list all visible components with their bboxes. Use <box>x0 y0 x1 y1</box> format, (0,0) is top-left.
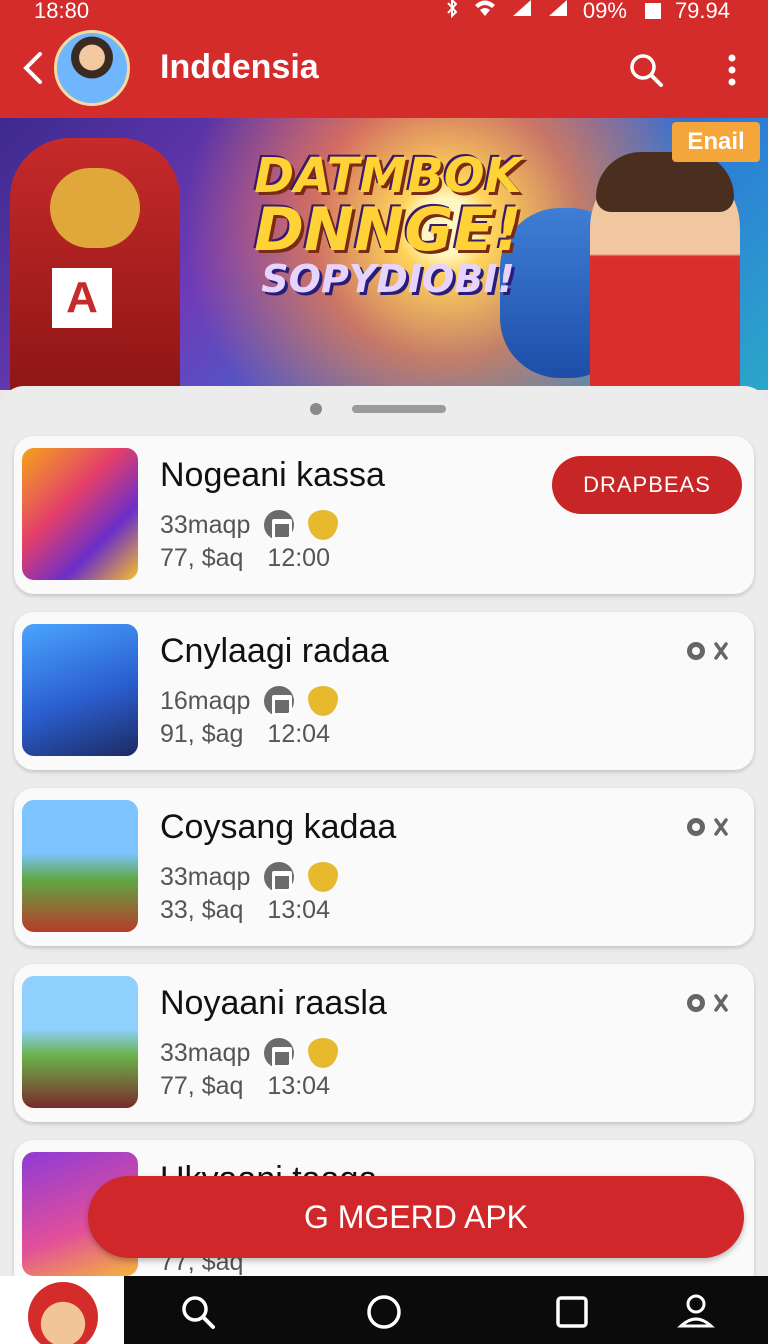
nav-profile-button[interactable] <box>676 1292 716 1332</box>
settings-icon <box>687 642 728 660</box>
status-extra: 79.94 <box>674 0 730 23</box>
wifi-icon <box>473 0 497 24</box>
search-button[interactable] <box>626 48 666 92</box>
bluetooth-icon <box>445 0 459 24</box>
item-size: 33maqp <box>160 862 251 891</box>
item-settings-button[interactable] <box>682 636 734 666</box>
item-name: Coysang kadaa <box>160 808 397 846</box>
gift-icon <box>264 1038 295 1068</box>
settings-icon <box>687 818 728 836</box>
item-name: Noyaani raasla <box>160 984 387 1022</box>
item-time: 13:04 <box>267 1072 330 1100</box>
item-time: 13:04 <box>267 896 330 924</box>
list-item[interactable]: Coysang kadaa 33maqp 33, $aq 13:04 <box>14 788 754 946</box>
search-icon <box>630 54 663 87</box>
banner-title-line3: SOPYDIOBI! <box>261 257 515 301</box>
shield-icon <box>308 510 339 540</box>
item-thumbnail <box>22 624 138 756</box>
item-count: 77, $aq <box>160 544 244 572</box>
list-item[interactable]: Cnylaagi radaa 16maqp 91, $ag 12:04 <box>14 612 754 770</box>
pager-indicator <box>352 405 446 413</box>
promo-banner[interactable]: A DATMBOK DNNGE! SOPYDIOBI! Enail <box>0 118 768 390</box>
shield-icon <box>308 686 339 716</box>
item-meta: 33maqp <box>160 862 339 892</box>
banner-character-left: A <box>10 138 180 390</box>
shield-icon <box>308 1038 339 1068</box>
item-name: Nogeani kassa <box>160 456 385 494</box>
battery-text: 09% <box>582 0 627 23</box>
system-nav-bar <box>0 1276 768 1344</box>
item-stats: 91, $ag 12:04 <box>160 720 330 749</box>
item-size: 33maqp <box>160 1038 251 1067</box>
channel-avatar[interactable] <box>54 30 130 106</box>
nav-search-button[interactable] <box>178 1292 218 1332</box>
item-time: 12:04 <box>267 720 330 748</box>
banner-title-line1: DATMBOK <box>254 148 522 204</box>
item-settings-button[interactable] <box>682 988 734 1018</box>
nav-recents-button[interactable] <box>552 1292 592 1332</box>
nav-avatar[interactable] <box>0 1276 124 1344</box>
download-button[interactable]: DRAPBEAS <box>552 456 742 514</box>
item-time: 12:00 <box>267 544 330 572</box>
banner-badge[interactable]: Enail <box>672 122 760 162</box>
app-title: Inddensia <box>160 48 319 86</box>
item-thumbnail <box>22 800 138 932</box>
search-icon <box>182 1296 215 1329</box>
banner-title-line2: DNNGE! <box>254 195 522 265</box>
character-face <box>50 168 140 248</box>
list-item[interactable]: Noyaani raasla 33maqp 77, $aq 13:04 <box>14 964 754 1122</box>
back-arrow-icon <box>23 52 42 84</box>
item-size: 16maqp <box>160 686 251 715</box>
more-options-button[interactable] <box>712 48 752 92</box>
pager-dot <box>310 403 322 415</box>
item-count: 91, $ag <box>160 720 244 748</box>
status-bar: 18:80 09% 79.94 <box>0 0 768 26</box>
item-size: 33maqp <box>160 510 251 539</box>
shield-icon <box>308 862 339 892</box>
home-circle-icon <box>367 1295 401 1329</box>
download-apk-button[interactable]: G MGERD APK <box>88 1176 744 1258</box>
gift-icon <box>264 510 295 540</box>
item-meta: 33maqp <box>160 510 339 540</box>
profile-icon <box>677 1294 715 1328</box>
item-meta: 16maqp <box>160 686 339 716</box>
status-right: 09% 79.94 <box>445 0 730 24</box>
item-thumbnail <box>22 448 138 580</box>
battery-icon <box>644 3 661 19</box>
recents-square-icon <box>556 1296 588 1328</box>
item-count: 33, $aq <box>160 896 244 924</box>
character-emblem: A <box>52 268 112 328</box>
item-name: Cnylaagi radaa <box>160 632 389 670</box>
settings-icon <box>687 994 728 1012</box>
banner-character-right <box>590 152 740 390</box>
app-bar: Inddensia <box>0 26 768 118</box>
signal-icon <box>511 0 533 24</box>
avatar-image <box>28 1282 98 1344</box>
item-stats: 33, $aq 13:04 <box>160 896 330 925</box>
status-time: 18:80 <box>34 0 90 23</box>
gift-icon <box>264 686 295 716</box>
banner-title: DATMBOK DNNGE! SOPYDIOBI! <box>238 152 538 298</box>
item-settings-button[interactable] <box>682 812 734 842</box>
more-vert-icon <box>728 54 736 86</box>
top-bar: 18:80 09% 79.94 Inddensia <box>0 0 768 118</box>
back-button[interactable] <box>18 46 48 90</box>
signal-icon-2 <box>547 0 569 24</box>
item-stats: 77, $aq 13:04 <box>160 1072 330 1101</box>
item-thumbnail <box>22 976 138 1108</box>
item-stats: 77, $aq 12:00 <box>160 544 330 573</box>
item-meta: 33maqp <box>160 1038 339 1068</box>
gift-icon <box>264 862 295 892</box>
list-item[interactable]: Nogeani kassa 33maqp 77, $aq 12:00 DRAPBE… <box>14 436 754 594</box>
nav-home-button[interactable] <box>364 1292 404 1332</box>
item-count: 77, $aq <box>160 1072 244 1100</box>
